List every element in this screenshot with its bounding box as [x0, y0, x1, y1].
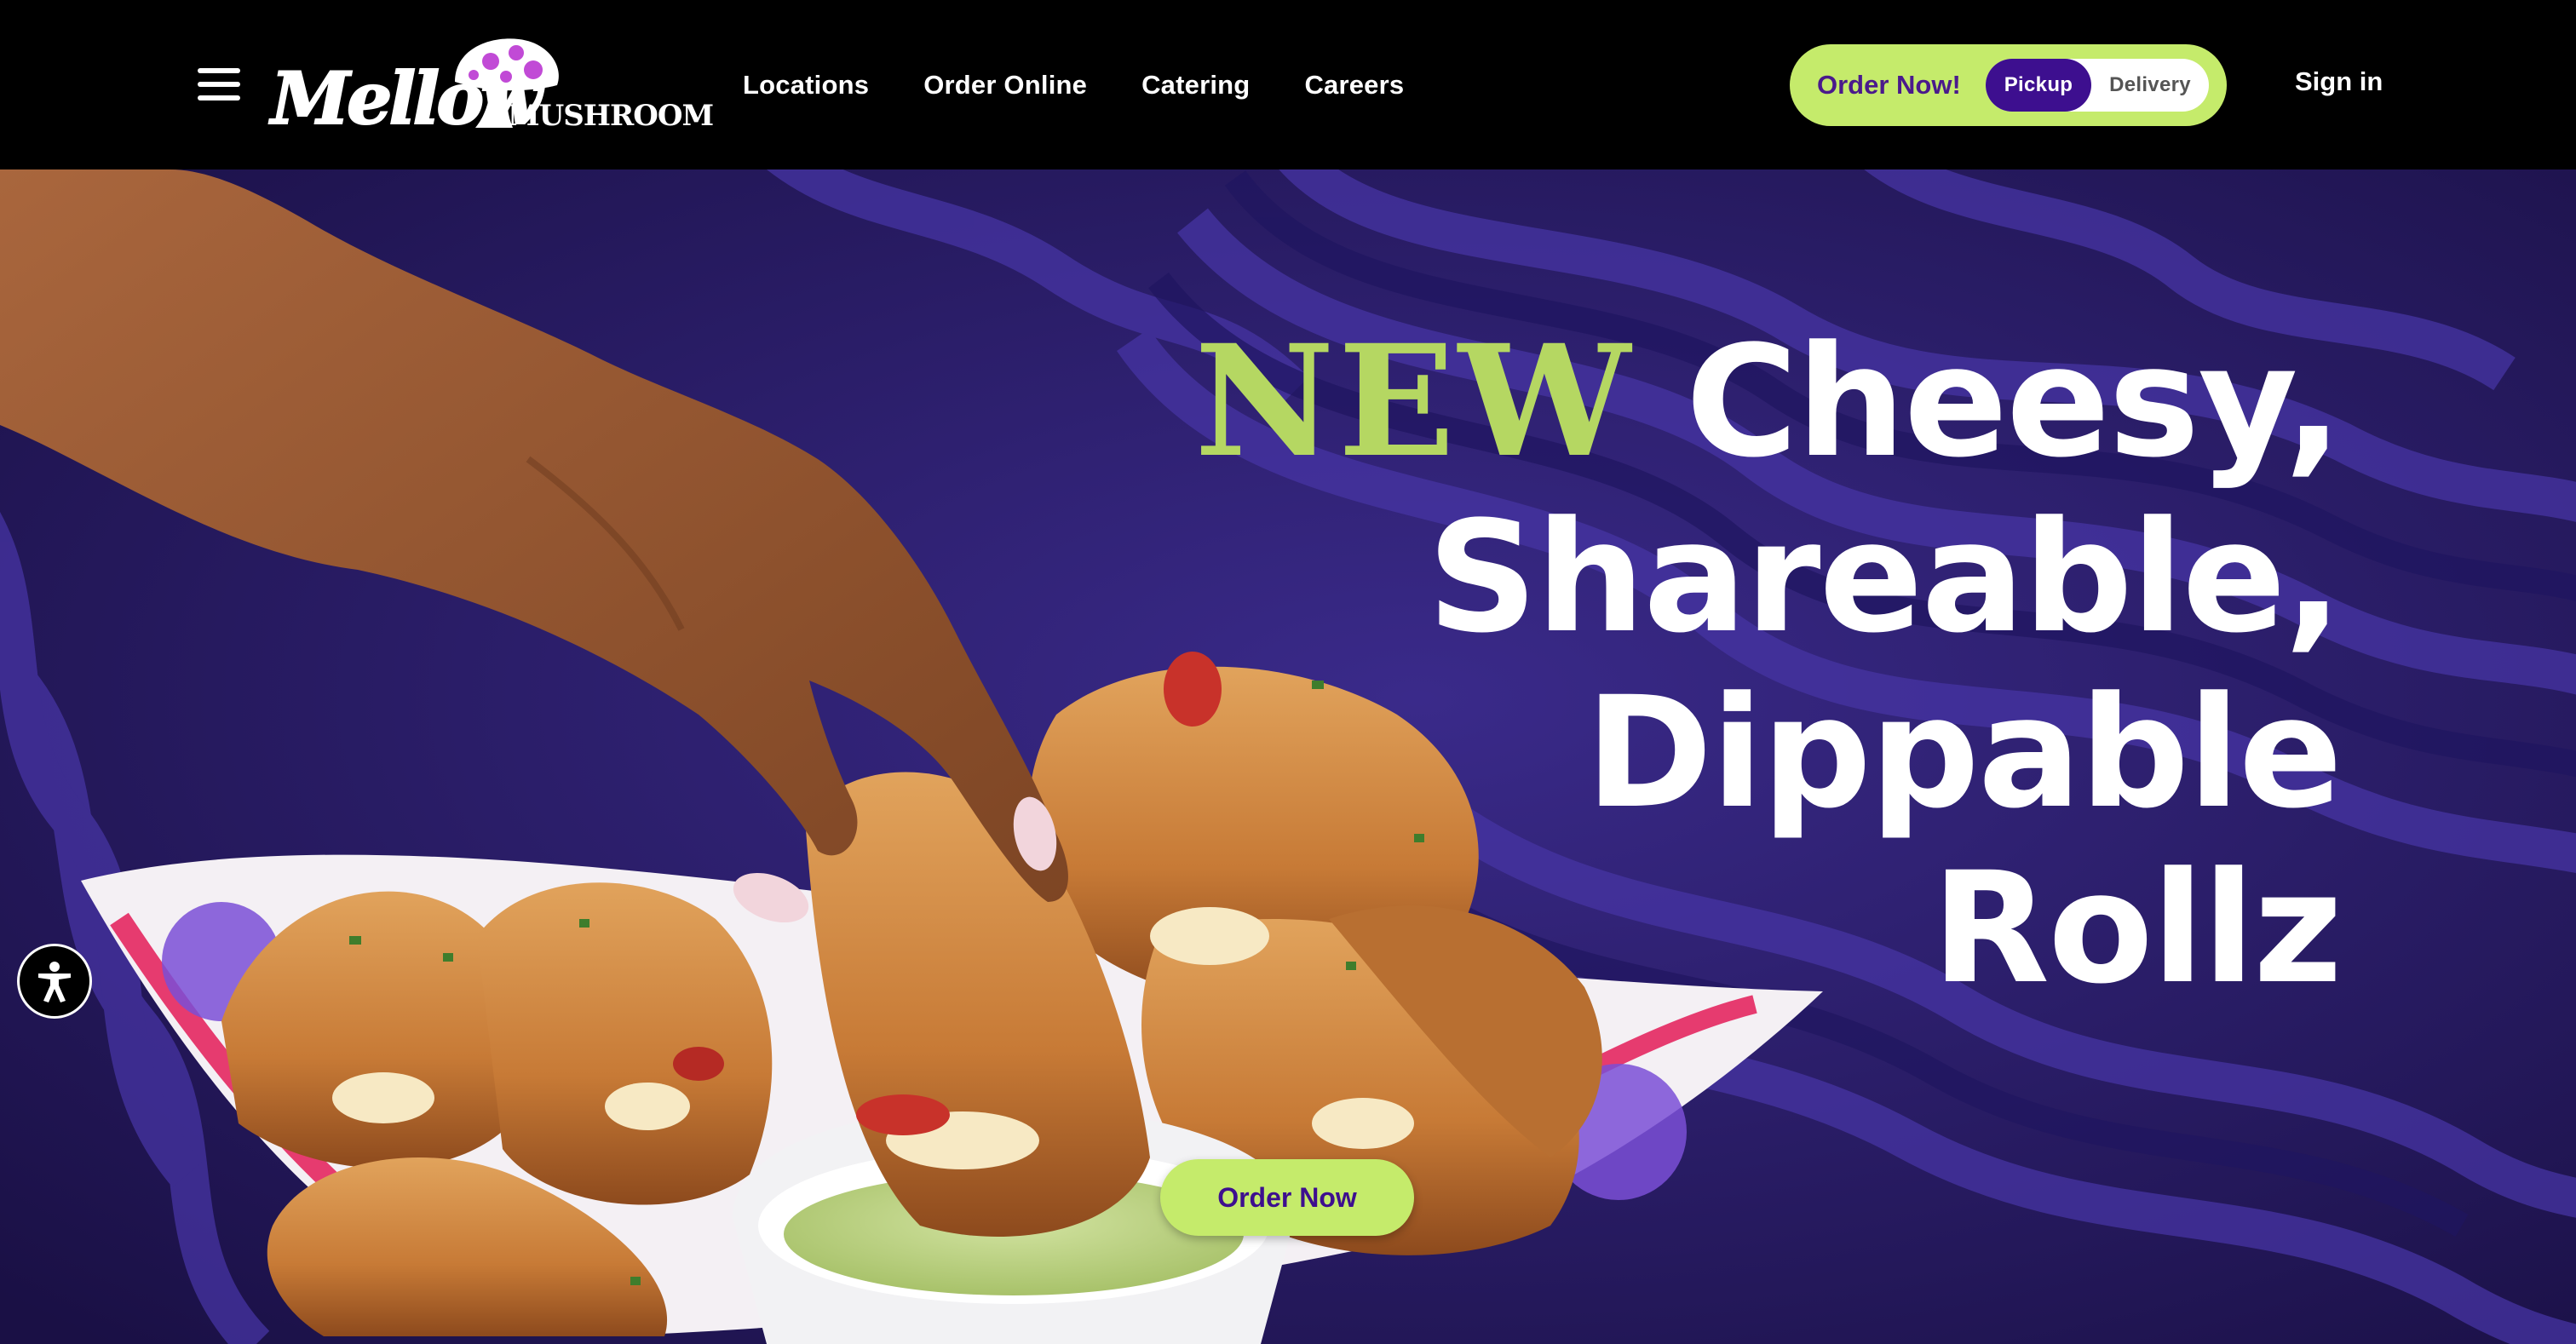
mellow-mushroom-logo[interactable]: Mellow MUSHROOM [270, 32, 714, 141]
headline-line-4: Rollz [1931, 840, 2343, 1018]
headline-line-1: Cheesy, [1685, 313, 2343, 491]
page: Mellow MUSHROOM Locations Order Online C… [0, 0, 2576, 1344]
hamburger-icon[interactable] [198, 68, 240, 101]
sign-in-link[interactable]: Sign in [2295, 66, 2383, 97]
accessibility-button[interactable] [17, 944, 92, 1019]
order-now-pill[interactable]: Order Now! Pickup Delivery [1790, 44, 2227, 126]
pickup-option[interactable]: Pickup [1986, 59, 2091, 112]
nav-link-catering[interactable]: Catering [1141, 70, 1250, 101]
headline-line-3: Dippable [1585, 664, 2343, 842]
delivery-option[interactable]: Delivery [2091, 59, 2209, 112]
headline-new: NEW [1194, 312, 1635, 491]
logo-script-text: Mellow [270, 55, 543, 141]
accessibility-icon [38, 962, 71, 1002]
nav-link-locations[interactable]: Locations [743, 70, 869, 101]
nav-link-order-online[interactable]: Order Online [923, 70, 1087, 101]
hero-order-now-button[interactable]: Order Now [1160, 1159, 1414, 1236]
hero-headline: NEW Cheesy, Shareable, Dippable Rollz [1194, 312, 2343, 1018]
hero-banner: NEW Cheesy, Shareable, Dippable Rollz Or… [0, 169, 2576, 1344]
headline-line-2: Shareable, [1427, 489, 2343, 667]
pickup-delivery-toggle[interactable]: Pickup Delivery [1986, 59, 2209, 112]
nav-link-careers[interactable]: Careers [1304, 70, 1404, 101]
order-now-label[interactable]: Order Now! [1817, 70, 1961, 101]
main-nav: Locations Order Online Catering Careers [743, 0, 1404, 169]
logo-word-text: MUSHROOM [508, 99, 714, 133]
site-header: Mellow MUSHROOM Locations Order Online C… [0, 0, 2576, 169]
